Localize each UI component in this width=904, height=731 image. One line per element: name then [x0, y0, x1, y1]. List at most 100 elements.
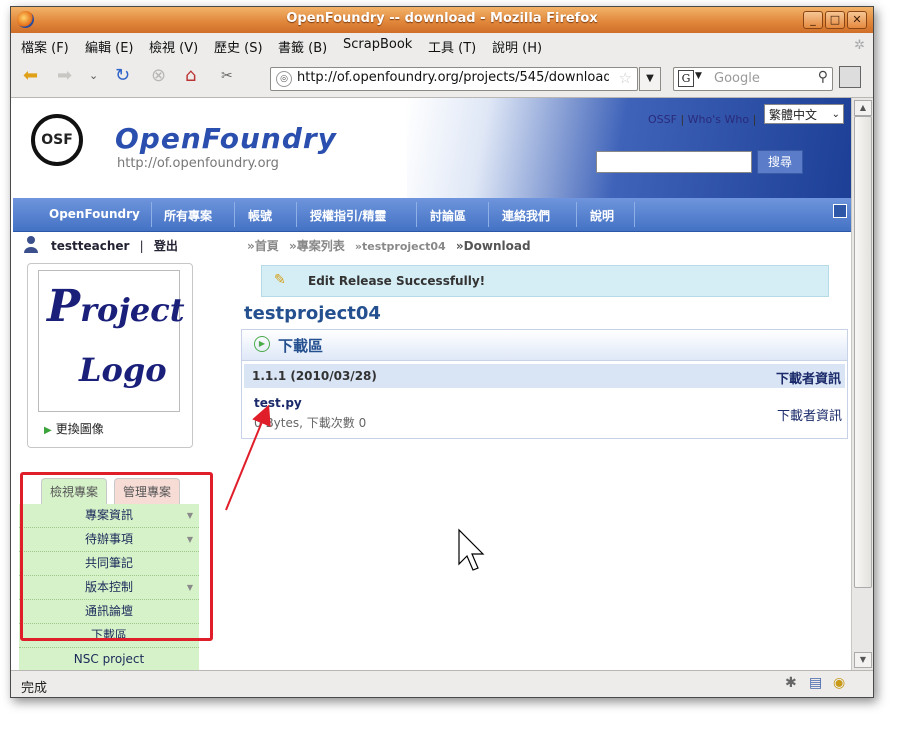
nav-all-projects[interactable]: 所有專案 — [164, 207, 212, 224]
site-identity-icon[interactable]: ◎ — [276, 71, 292, 87]
engine-dropdown-icon[interactable]: ▼ — [695, 71, 702, 81]
bookmark-star-icon[interactable]: ☆ — [619, 69, 632, 87]
logout-link[interactable]: 登出 — [154, 239, 178, 253]
nav-contact[interactable]: 連絡我們 — [502, 207, 550, 224]
side-menu-label[interactable]: NSC project — [74, 652, 144, 666]
back-arrow-icon[interactable]: ⬅ — [23, 65, 38, 87]
search-placeholder[interactable]: Google — [714, 71, 760, 86]
change-image-label[interactable]: 更換圖像 — [56, 422, 104, 436]
notes-icon[interactable]: ▤ — [809, 675, 822, 691]
whos-who-link[interactable]: Who's Who — [688, 113, 749, 126]
breadcrumb-home[interactable]: »首頁 — [247, 239, 279, 253]
user-separator: | — [139, 239, 144, 253]
expand-icon[interactable] — [833, 204, 847, 218]
search-icon[interactable]: ⚲ — [818, 69, 828, 85]
menu-view[interactable]: 檢視 (V) — [149, 37, 198, 56]
reload-icon[interactable]: ↻ — [115, 65, 130, 87]
logo-text-line1: Project — [47, 281, 185, 332]
url-text[interactable]: http://of.openfoundry.org/projects/545/d… — [297, 70, 609, 85]
search-engine-icon[interactable]: G — [678, 70, 694, 87]
user-row: testteacher | 登出 — [51, 237, 178, 254]
annotation-highlight-box — [20, 472, 213, 641]
logo-rest: roject — [80, 291, 185, 329]
logo-cap: P — [47, 281, 81, 332]
success-notice: ✎ Edit Release Successfully! — [261, 265, 829, 297]
menu-help[interactable]: 說明 (H) — [492, 37, 542, 56]
site-search-input[interactable] — [596, 151, 752, 173]
file-meta: 0 Bytes, 下載次數 0 — [254, 416, 367, 430]
nav-divider — [634, 202, 635, 227]
page-content: OSF OpenFoundry http://of.openfoundry.or… — [11, 98, 851, 670]
user-icon — [24, 236, 38, 253]
language-select[interactable]: 繁體中文 ⌄ — [764, 104, 844, 124]
top-links: OSSF | Who's Who | — [648, 113, 756, 126]
nav-license-guide[interactable]: 授權指引/精靈 — [310, 207, 386, 224]
osf-logo[interactable]: OSF — [31, 114, 83, 166]
project-logo-box: Project Logo ▶ 更換圖像 — [27, 263, 193, 448]
link-separator: | — [752, 113, 757, 126]
ossf-link[interactable]: OSSF — [648, 113, 677, 126]
change-image-link[interactable]: ▶ 更換圖像 — [44, 420, 104, 437]
play-circle-icon: ▶ — [254, 336, 270, 352]
breadcrumb-projects[interactable]: »專案列表 — [289, 239, 345, 253]
downloader-info-link[interactable]: 下載者資訊 — [777, 405, 842, 424]
bookmark-tool-icon[interactable]: ✂ — [221, 65, 233, 87]
status-bar: 完成 ✱ ▤ ◉ — [11, 670, 873, 697]
addon-icon[interactable]: ✱ — [785, 675, 797, 691]
breadcrumb: »首頁 »專案列表 »testproject04 »Download — [247, 237, 531, 254]
extension-icon[interactable]: ◉ — [833, 675, 845, 691]
maximize-button[interactable]: □ — [825, 11, 845, 29]
site-search-button[interactable]: 搜尋 — [757, 150, 803, 174]
chevron-down-icon: ⌄ — [831, 109, 840, 120]
nav-forum[interactable]: 討論區 — [430, 207, 466, 224]
nav-openfoundry[interactable]: OpenFoundry — [49, 207, 140, 221]
search-bar[interactable]: G ▼ Google ⚲ — [673, 67, 833, 91]
menu-scrapbook[interactable]: ScrapBook — [343, 37, 412, 52]
home-icon[interactable]: ⌂ — [185, 65, 196, 87]
close-button[interactable]: ✕ — [847, 11, 867, 29]
nav-account[interactable]: 帳號 — [248, 207, 272, 224]
forward-arrow-icon[interactable]: ➡ — [57, 65, 72, 87]
window-title: OpenFoundry -- download - Mozilla Firefo… — [286, 11, 598, 26]
address-bar[interactable]: ◎ http://of.openfoundry.org/projects/545… — [270, 67, 638, 91]
scroll-up-icon[interactable]: ▲ — [854, 100, 872, 116]
site-header: OSF OpenFoundry http://of.openfoundry.or… — [11, 98, 851, 198]
nav-divider — [296, 202, 297, 227]
downloader-info-header: 下載者資訊 — [775, 372, 841, 387]
brand-url: http://of.openfoundry.org — [117, 156, 279, 171]
url-dropdown-icon[interactable]: ▼ — [639, 67, 661, 91]
menu-bar: 檔案 (F) 編輯 (E) 檢視 (V) 歷史 (S) 書籤 (B) Scrap… — [11, 33, 873, 57]
nav-divider — [416, 202, 417, 227]
file-link[interactable]: test.py — [254, 396, 302, 410]
scroll-thumb[interactable] — [854, 116, 872, 588]
language-value: 繁體中文 — [769, 108, 818, 122]
menu-tools[interactable]: 工具 (T) — [428, 37, 476, 56]
window-restore-icon[interactable] — [839, 66, 861, 88]
logo-text-line2: Logo — [79, 351, 167, 389]
username-link[interactable]: testteacher — [51, 239, 129, 253]
main-nav: OpenFoundry 所有專案 帳號 授權指引/精靈 討論區 連絡我們 說明 — [13, 198, 851, 232]
vertical-scrollbar[interactable]: ▲ ▼ — [851, 98, 873, 670]
nav-divider — [234, 202, 235, 227]
nav-help[interactable]: 說明 — [590, 207, 614, 224]
side-menu-item[interactable]: NSC project — [19, 648, 199, 670]
menu-history[interactable]: 歷史 (S) — [214, 37, 263, 56]
minimize-button[interactable]: _ — [803, 11, 823, 29]
scroll-down-icon[interactable]: ▼ — [854, 652, 872, 668]
broom-icon: ✎ — [274, 272, 286, 288]
nav-toolbar: ⬅ ➡ ⌄ ↻ ⊗ ⌂ ✂ ◎ http://of.openfoundry.or… — [11, 57, 873, 98]
breadcrumb-project[interactable]: »testproject04 — [355, 240, 446, 253]
nav-divider — [488, 202, 489, 227]
menu-file[interactable]: 檔案 (F) — [21, 37, 69, 56]
stop-icon[interactable]: ⊗ — [151, 65, 166, 87]
notice-text: Edit Release Successfully! — [308, 274, 486, 288]
history-dropdown-icon[interactable]: ⌄ — [89, 65, 98, 87]
menu-bookmarks[interactable]: 書籤 (B) — [278, 37, 327, 56]
brand-name[interactable]: OpenFoundry — [115, 122, 337, 155]
project-title[interactable]: testproject04 — [244, 303, 381, 324]
title-bar: OpenFoundry -- download - Mozilla Firefo… — [11, 7, 873, 33]
mouse-cursor-icon — [458, 528, 485, 571]
nav-divider — [576, 202, 577, 227]
nav-divider — [151, 202, 152, 227]
menu-edit[interactable]: 編輯 (E) — [85, 37, 134, 56]
